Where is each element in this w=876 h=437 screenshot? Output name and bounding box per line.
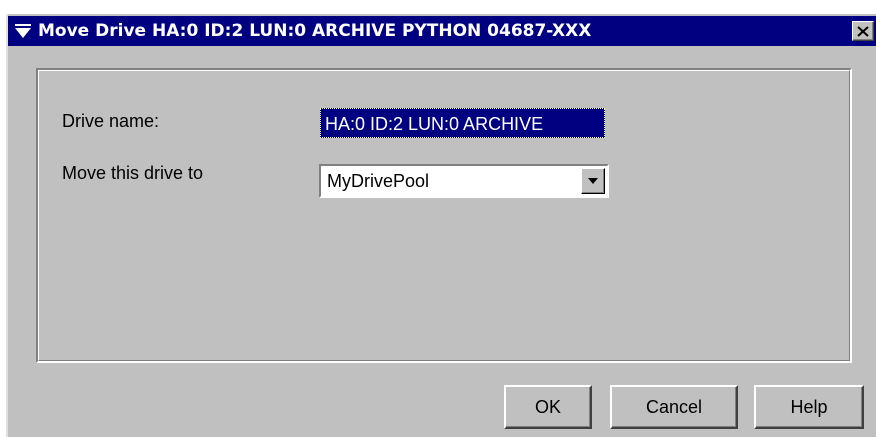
drive-name-field[interactable]: HA:0 ID:2 LUN:0 ARCHIVE [320,108,605,138]
drive-pool-selected-value: MyDrivePool [327,171,430,191]
cancel-button[interactable]: Cancel [610,385,738,429]
close-button[interactable] [852,21,874,41]
window-title: Move Drive HA:0 ID:2 LUN:0 ARCHIVE PYTHO… [38,21,592,41]
drive-pool-select[interactable]: MyDrivePool [319,164,609,198]
drive-name-label: Drive name: [62,111,160,131]
ok-button[interactable]: OK [504,385,592,429]
close-icon [857,25,869,37]
move-to-label: Move this drive to [62,163,204,183]
dropdown-arrow-button[interactable] [581,168,605,194]
title-bar[interactable]: Move Drive HA:0 ID:2 LUN:0 ARCHIVE PYTHO… [8,16,876,46]
down-triangle-menu-icon [15,24,31,38]
chevron-down-icon [588,178,598,184]
help-button[interactable]: Help [754,385,864,429]
move-drive-dialog: Move Drive HA:0 ID:2 LUN:0 ARCHIVE PYTHO… [0,0,876,437]
system-menu-icon[interactable] [10,16,36,46]
